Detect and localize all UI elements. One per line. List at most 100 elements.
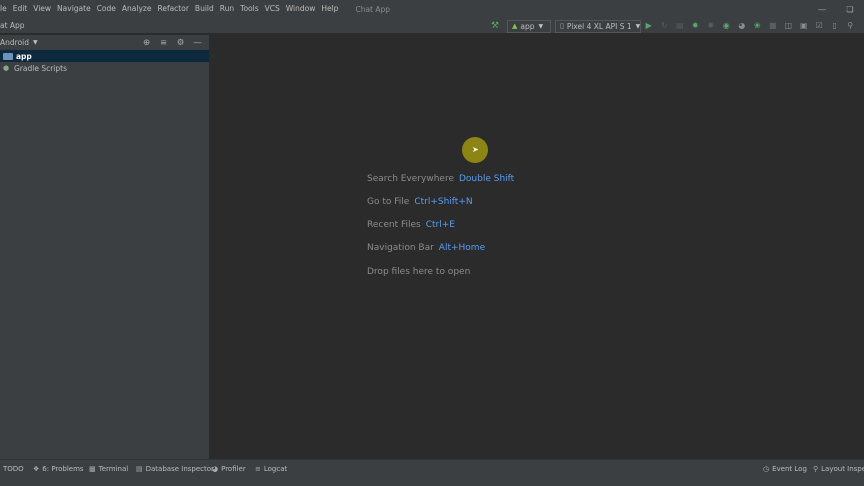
attach-debugger-icon[interactable]: ✺ bbox=[703, 18, 719, 34]
apply-changes-icon[interactable]: ▤ bbox=[672, 18, 688, 34]
project-structure-icon[interactable]: ▣ bbox=[796, 18, 812, 34]
hint-text: Drop files here to open bbox=[367, 267, 471, 277]
tree-item-label: app bbox=[16, 51, 32, 61]
tool-window-todo[interactable]: TODO bbox=[3, 460, 24, 478]
phone-icon: ▯ bbox=[560, 22, 564, 30]
logcat-icon: ≡ bbox=[255, 465, 261, 473]
menu-bar: le Edit View Navigate Code Analyze Refac… bbox=[0, 0, 864, 18]
menu-help[interactable]: Help bbox=[318, 0, 341, 18]
chevron-down-icon: ▼ bbox=[33, 39, 38, 46]
tree-item-app[interactable]: app bbox=[0, 50, 209, 62]
run-config-select[interactable]: ▲ app ▼ bbox=[507, 19, 551, 33]
tool-window-buttons: TODO ❖ 6: Problems ▩ Terminal ▤ Database In… bbox=[0, 460, 864, 478]
menu-edit[interactable]: Edit bbox=[10, 0, 31, 18]
hint-text: Navigation Bar bbox=[367, 243, 434, 253]
project-view-label: Android bbox=[0, 38, 29, 47]
menu-run[interactable]: Run bbox=[217, 0, 237, 18]
tool-window-label: 6: Problems bbox=[42, 465, 84, 473]
layout-inspector-icon: ⚲ bbox=[813, 465, 819, 473]
device-label: Pixel 4 XL API S 1 bbox=[566, 21, 632, 31]
window-title: Chat App bbox=[355, 4, 391, 14]
menu-view[interactable]: View bbox=[30, 0, 54, 18]
project-view-select[interactable]: Android ▼ bbox=[0, 38, 38, 47]
project-panel: Android ▼ ⊕ ≡ ⚙ — app ● Gradle Scripts bbox=[0, 35, 210, 459]
hint-search-everywhere: Search Everywhere Double Shift bbox=[367, 174, 514, 184]
tool-window-label: Terminal bbox=[98, 465, 129, 473]
module-folder-icon bbox=[3, 52, 13, 60]
tree-item-label: Gradle Scripts bbox=[14, 63, 67, 73]
tool-window-label: Database Inspector bbox=[145, 465, 214, 473]
tool-window-label: Logcat bbox=[263, 465, 288, 473]
tool-window-bar: TODO ❖ 6: Problems ▩ Terminal ▤ Database In… bbox=[0, 459, 864, 486]
hide-panel-icon[interactable]: — bbox=[189, 38, 206, 48]
tool-window-problems[interactable]: ❖ 6: Problems bbox=[33, 460, 84, 478]
breadcrumb[interactable]: at App bbox=[0, 18, 25, 34]
chevron-down-icon: ▼ bbox=[635, 22, 641, 30]
tree-item-gradle-scripts[interactable]: ● Gradle Scripts bbox=[0, 62, 209, 74]
event-log-icon: ◷ bbox=[763, 465, 770, 473]
collapse-all-icon[interactable]: ≡ bbox=[155, 38, 172, 48]
menu-refactor[interactable]: Refactor bbox=[154, 0, 191, 18]
stop-icon[interactable]: ■ bbox=[765, 18, 781, 34]
tool-window-label: TODO bbox=[3, 465, 24, 473]
main-toolbar: at App ⚒ ▲ app ▼ ▯ Pixel 4 XL API S 1 ▼ … bbox=[0, 18, 864, 34]
editor-empty-area[interactable]: ➤ Search Everywhere Double Shift Go to Fi… bbox=[211, 35, 864, 459]
database-icon: ▤ bbox=[136, 465, 143, 473]
hint-go-to-file: Go to File Ctrl+Shift+N bbox=[367, 197, 473, 207]
minimize-icon[interactable]: — bbox=[808, 0, 836, 18]
hint-text: Search Everywhere bbox=[367, 174, 454, 184]
terminal-icon: ▩ bbox=[89, 465, 96, 473]
attach-process-icon[interactable]: ❀ bbox=[750, 18, 766, 34]
android-icon: ▲ bbox=[512, 22, 518, 30]
menu-navigate[interactable]: Navigate bbox=[54, 0, 94, 18]
chevron-down-icon: ▼ bbox=[538, 22, 544, 30]
tool-window-terminal[interactable]: ▩ Terminal bbox=[89, 460, 128, 478]
tool-window-label: Event Log bbox=[772, 465, 807, 473]
rerun-icon[interactable]: ↻ bbox=[657, 18, 673, 34]
hint-shortcut: Double Shift bbox=[459, 174, 515, 184]
gear-icon[interactable]: ⚙ bbox=[172, 38, 189, 48]
toolbar-actions: ⚒ ▲ app ▼ ▯ Pixel 4 XL API S 1 ▼ ▶ ↻ ▤ ✹… bbox=[488, 18, 858, 34]
avd-manager-icon[interactable]: ▯ bbox=[827, 18, 843, 34]
search-icon[interactable]: ⚲ bbox=[843, 18, 859, 34]
run-icon[interactable]: ▶ bbox=[641, 18, 657, 34]
project-panel-actions: ⊕ ≡ ⚙ — bbox=[138, 35, 206, 50]
info-icon: ❖ bbox=[33, 465, 40, 473]
hint-navigation-bar: Navigation Bar Alt+Home bbox=[367, 243, 485, 253]
menu-vcs[interactable]: VCS bbox=[262, 0, 283, 18]
hint-drop-files: Drop files here to open bbox=[367, 267, 470, 277]
hint-text: Go to File bbox=[367, 197, 410, 207]
menu-analyze[interactable]: Analyze bbox=[119, 0, 155, 18]
sdk-manager-icon[interactable]: ☑ bbox=[812, 18, 828, 34]
tool-window-event-log[interactable]: ◷ Event Log bbox=[763, 460, 807, 478]
run-config-label: app bbox=[520, 21, 535, 31]
hint-shortcut: Ctrl+Shift+N bbox=[414, 197, 473, 207]
tool-window-layout-inspector[interactable]: ⚲Layout Inspec bbox=[813, 460, 864, 478]
debug-icon[interactable]: ✹ bbox=[688, 18, 704, 34]
profiler-icon: ◕ bbox=[212, 465, 219, 473]
locate-file-icon[interactable]: ⊕ bbox=[138, 38, 155, 48]
window-controls: — ❏ bbox=[808, 0, 864, 18]
menu-file[interactable]: le bbox=[0, 0, 10, 18]
tool-window-label: Layout Inspec bbox=[821, 465, 864, 473]
restore-icon[interactable]: ❏ bbox=[836, 0, 864, 18]
coverage-icon[interactable]: ◉ bbox=[719, 18, 735, 34]
gradle-icon: ● bbox=[3, 64, 10, 72]
tool-window-label: Profiler bbox=[221, 465, 246, 473]
tool-window-logcat[interactable]: ≡ Logcat bbox=[255, 460, 287, 478]
hint-shortcut: Ctrl+E bbox=[425, 220, 455, 230]
tool-window-database-inspector[interactable]: ▤ Database Inspector bbox=[136, 460, 214, 478]
menu-code[interactable]: Code bbox=[94, 0, 119, 18]
hammer-icon[interactable]: ⚒ bbox=[488, 21, 502, 31]
device-select[interactable]: ▯ Pixel 4 XL API S 1 ▼ bbox=[555, 19, 641, 33]
mouse-cursor-icon: ➤ bbox=[472, 145, 479, 154]
menu-build[interactable]: Build bbox=[192, 0, 217, 18]
menu-tools[interactable]: Tools bbox=[237, 0, 261, 18]
tool-window-profiler[interactable]: ◕ Profiler bbox=[212, 460, 246, 478]
hint-text: Recent Files bbox=[367, 220, 421, 230]
hint-shortcut: Alt+Home bbox=[438, 243, 486, 253]
sync-gradle-icon[interactable]: ◫ bbox=[781, 18, 797, 34]
menu-window[interactable]: Window bbox=[283, 0, 319, 18]
hint-recent-files: Recent Files Ctrl+E bbox=[367, 220, 455, 230]
profile-icon[interactable]: ◕ bbox=[734, 18, 750, 34]
